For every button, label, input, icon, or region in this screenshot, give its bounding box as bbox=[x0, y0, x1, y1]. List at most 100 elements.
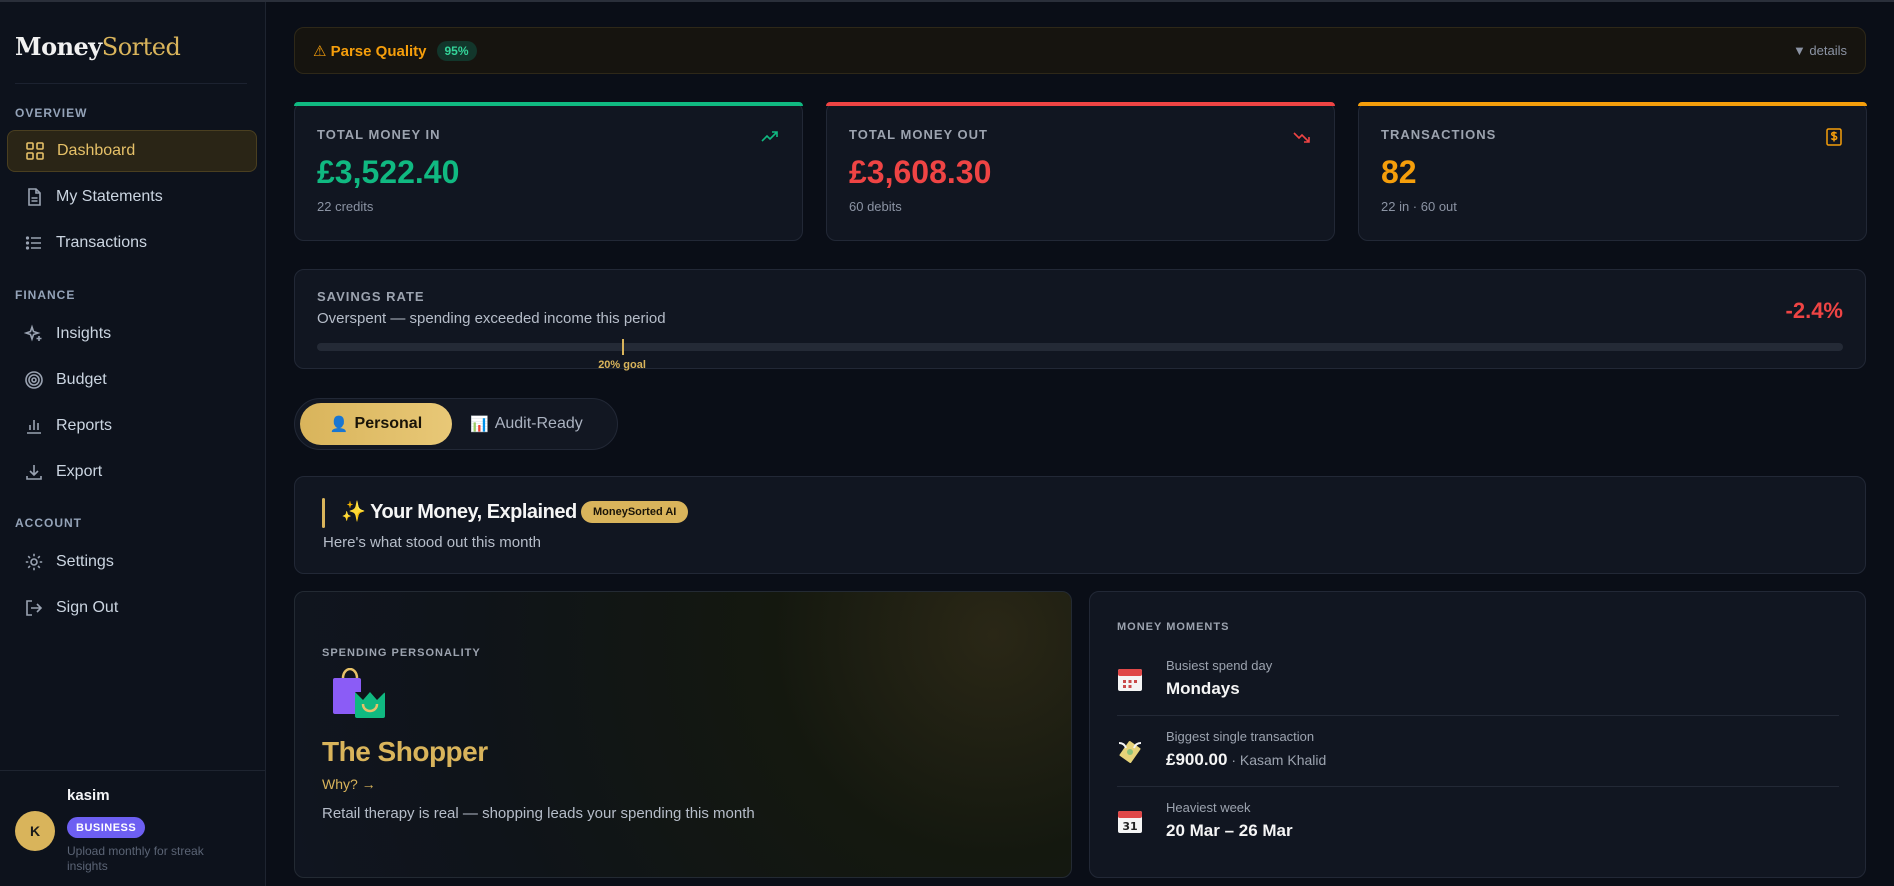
audit-ready-view-button[interactable]: 📊 Audit-Ready bbox=[470, 403, 610, 445]
sidebar-item-label: Budget bbox=[56, 371, 107, 388]
savings-label: SAVINGS RATE bbox=[317, 289, 425, 304]
card-accent-bar bbox=[1358, 102, 1867, 106]
gear-icon bbox=[25, 553, 43, 571]
view-mode-toggle: 👤 Personal 📊 Audit-Ready bbox=[294, 398, 618, 450]
trend-down-icon bbox=[1293, 132, 1310, 143]
personal-view-button[interactable]: 👤 Personal bbox=[300, 403, 452, 445]
chart-icon: 📊 bbox=[470, 416, 489, 433]
parse-quality-label: ⚠ Parse Quality bbox=[313, 42, 427, 60]
savings-rate-card: SAVINGS RATE Overspent — spending exceed… bbox=[294, 269, 1866, 371]
goal-label: 20% goal bbox=[598, 359, 646, 371]
accent-rule bbox=[322, 498, 325, 528]
moment-value: Mondays bbox=[1166, 679, 1240, 698]
ai-badge: MoneySorted AI bbox=[581, 501, 689, 523]
person-icon: 👤 bbox=[329, 416, 349, 433]
card-accent-bar bbox=[826, 102, 1335, 106]
logout-icon bbox=[26, 600, 43, 616]
why-link[interactable]: Why? → bbox=[322, 776, 376, 792]
download-icon bbox=[26, 465, 42, 480]
money-moments-card: MONEY MOMENTS Busiest spend day Mondays … bbox=[1089, 591, 1866, 878]
list-icon bbox=[25, 236, 41, 250]
savings-progress-track bbox=[317, 343, 1843, 351]
streak-hint: Upload monthly for streak insights bbox=[67, 844, 204, 873]
moment-key: Heaviest week bbox=[1166, 800, 1251, 815]
savings-description: Overspent — spending exceeded income thi… bbox=[317, 310, 666, 327]
moment-key: Busiest spend day bbox=[1166, 658, 1273, 673]
sidebar-item-settings[interactable]: Settings bbox=[7, 541, 257, 583]
sidebar-item-reports[interactable]: Reports bbox=[7, 405, 257, 447]
stat-value: 82 bbox=[1381, 154, 1417, 190]
file-icon bbox=[28, 188, 41, 206]
moment-key: Biggest single transaction bbox=[1166, 729, 1315, 744]
stat-value: £3,608.30 bbox=[849, 154, 992, 190]
sidebar-item-export[interactable]: Export bbox=[7, 451, 257, 493]
personality-description: Retail therapy is real — shopping leads … bbox=[322, 805, 755, 822]
sidebar-item-label: Dashboard bbox=[57, 142, 136, 159]
personality-name: The Shopper bbox=[322, 736, 488, 767]
sidebar-item-label: Export bbox=[56, 463, 103, 480]
stat-label: TOTAL MONEY IN bbox=[317, 127, 441, 142]
top-border bbox=[0, 0, 1894, 2]
section-subtitle: Here's what stood out this month bbox=[323, 534, 541, 551]
avatar[interactable]: K bbox=[15, 811, 55, 851]
brand-logo[interactable]: MoneySorted bbox=[15, 32, 181, 61]
list-item: 31 Heaviest week 20 Mar – 26 Mar bbox=[1117, 787, 1839, 858]
stat-sub: 22 credits bbox=[317, 199, 374, 214]
parse-quality-badge: 95% bbox=[436, 40, 477, 61]
stat-label: TOTAL MONEY OUT bbox=[849, 127, 988, 142]
moments-label: MONEY MOMENTS bbox=[1117, 621, 1230, 633]
card-accent-bar bbox=[294, 102, 803, 106]
sidebar-item-my-statements[interactable]: My Statements bbox=[7, 176, 257, 218]
moment-value: £900.00 · Kasam Khalid bbox=[1166, 750, 1327, 769]
calendar-31-icon: 31 bbox=[1118, 811, 1142, 833]
section-label-overview: OVERVIEW bbox=[15, 106, 88, 120]
money-explained-header: ✨ Your Money, Explained MoneySorted AI H… bbox=[294, 476, 1866, 574]
sidebar-item-label: Sign Out bbox=[56, 599, 119, 616]
stat-value: £3,522.40 bbox=[317, 154, 460, 190]
user-name: kasim bbox=[67, 787, 110, 804]
sidebar: MoneySorted OVERVIEW Dashboard My Statem… bbox=[0, 2, 266, 886]
section-title: ✨ Your Money, Explained bbox=[341, 501, 577, 523]
section-label-finance: FINANCE bbox=[15, 288, 76, 302]
list-item: Biggest single transaction £900.00 · Kas… bbox=[1117, 716, 1839, 787]
sidebar-item-label: Reports bbox=[56, 417, 113, 434]
plan-badge: BUSINESS bbox=[67, 817, 146, 838]
logo-divider bbox=[15, 83, 247, 84]
sidebar-item-budget[interactable]: Budget bbox=[7, 359, 257, 401]
spending-personality-card: SPENDING PERSONALITY The Shopper Why? → … bbox=[294, 591, 1072, 878]
sidebar-item-label: My Statements bbox=[56, 188, 163, 205]
moment-extra: · Kasam Khalid bbox=[1227, 752, 1327, 768]
money-wings-icon bbox=[1118, 741, 1142, 763]
stat-sub: 22 in · 60 out bbox=[1381, 199, 1457, 214]
sidebar-item-label: Transactions bbox=[56, 234, 147, 251]
stat-card-transactions: TRANSACTIONS 82 22 in · 60 out bbox=[1358, 102, 1867, 241]
svg-text:31: 31 bbox=[1122, 820, 1137, 833]
sidebar-item-label: Insights bbox=[56, 325, 112, 342]
list-item: Busiest spend day Mondays bbox=[1117, 645, 1839, 716]
parse-quality-banner: ⚠ Parse Quality 95% ▼ details bbox=[294, 27, 1866, 74]
sidebar-item-label: Settings bbox=[56, 553, 114, 570]
target-icon bbox=[25, 371, 43, 389]
stat-card-money-in: TOTAL MONEY IN £3,522.40 22 credits bbox=[294, 102, 803, 241]
bar-chart-icon bbox=[27, 420, 41, 434]
section-label-account: ACCOUNT bbox=[15, 516, 82, 530]
sidebar-item-sign-out[interactable]: Sign Out bbox=[7, 587, 257, 629]
stat-label: TRANSACTIONS bbox=[1381, 127, 1497, 142]
trend-up-icon bbox=[761, 131, 778, 142]
savings-rate-value: -2.4% bbox=[1785, 298, 1843, 323]
details-toggle[interactable]: ▼ details bbox=[1793, 43, 1847, 58]
stat-card-money-out: TOTAL MONEY OUT £3,608.30 60 debits bbox=[826, 102, 1335, 241]
sidebar-item-dashboard[interactable]: Dashboard bbox=[7, 130, 257, 172]
receipt-icon bbox=[1826, 128, 1842, 146]
sparkle-icon bbox=[24, 324, 42, 342]
goal-marker bbox=[622, 339, 625, 355]
calendar-icon bbox=[1118, 669, 1142, 691]
sidebar-item-insights[interactable]: Insights bbox=[7, 313, 257, 355]
user-divider bbox=[0, 770, 266, 771]
sidebar-item-transactions[interactable]: Transactions bbox=[7, 222, 257, 264]
personality-label: SPENDING PERSONALITY bbox=[322, 647, 481, 659]
grid-icon bbox=[26, 142, 44, 160]
shopping-bags-icon bbox=[333, 668, 385, 718]
stat-sub: 60 debits bbox=[849, 199, 902, 214]
moment-value: 20 Mar – 26 Mar bbox=[1166, 821, 1293, 840]
